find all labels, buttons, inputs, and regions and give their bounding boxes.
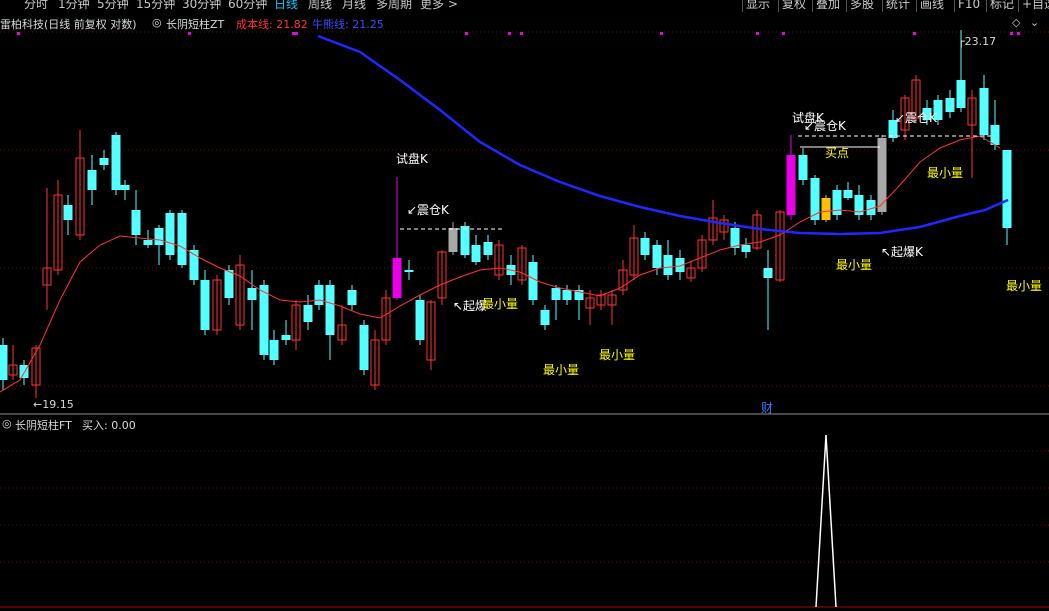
- candle-body: [956, 80, 966, 108]
- candle-body: [143, 240, 153, 245]
- signal-dot: [1017, 32, 1020, 35]
- candle-body: [979, 88, 989, 135]
- candle-body: [460, 226, 470, 255]
- signal-dot: [188, 32, 191, 35]
- stock-title: 雷柏科技(日线 前复权 对数): [0, 18, 137, 31]
- candle-body: [652, 245, 662, 268]
- candle-body: [303, 305, 313, 322]
- annotation-min-volume: 最小量: [599, 348, 635, 362]
- low-price-marker: ←19.15: [33, 398, 74, 411]
- candle-body: [0, 345, 8, 380]
- candle-body: [540, 310, 550, 325]
- annotation-min-volume: 最小量: [482, 297, 518, 311]
- candle-body: [154, 228, 164, 245]
- signal-dot: [508, 32, 511, 35]
- candle-body: [359, 325, 369, 370]
- candle-body: [131, 210, 141, 235]
- candle-body: [663, 255, 673, 275]
- annotation-zhencang-k: ↙震仓K: [895, 111, 938, 125]
- annotation-zhencang-k: ↙震仓K: [804, 119, 847, 133]
- bull-bear-label: 牛熊线: 21.25: [312, 18, 384, 31]
- signal-dot: [756, 32, 759, 35]
- annotation-min-volume: 最小量: [927, 166, 963, 180]
- candle-body: [798, 155, 808, 180]
- candle-body: [325, 285, 335, 335]
- candle-body: [832, 190, 842, 215]
- candle-body: [528, 262, 538, 300]
- candle-body: [448, 228, 458, 252]
- annotation-shipan-k: 试盘K: [396, 151, 429, 166]
- candle-body: [763, 268, 773, 278]
- candle-body: [281, 335, 291, 340]
- annotation-buy-point: 买点: [825, 146, 849, 160]
- signal-dot: [782, 32, 785, 35]
- candle-body: [177, 213, 187, 265]
- candle-body: [786, 155, 796, 215]
- signal-dot: [520, 32, 523, 35]
- chevron-down-icon[interactable]: ⌄: [1030, 16, 1039, 29]
- candle-body: [810, 178, 820, 220]
- candle-body: [200, 280, 210, 330]
- annotation-min-volume: 最小量: [836, 258, 872, 272]
- candle-body: [99, 158, 109, 165]
- buy-signal-spike: [815, 434, 837, 608]
- annotation-min-volume: 最小量: [1006, 279, 1042, 293]
- signal-dot: [292, 32, 295, 35]
- sub-indicator-name: 长阴短柱FT: [15, 419, 72, 432]
- candle-body: [120, 185, 130, 190]
- high-price-marker: ┌23.17: [958, 35, 996, 48]
- candle-body: [87, 170, 97, 190]
- signal-dot: [295, 32, 298, 35]
- candle-body: [314, 285, 324, 305]
- cai-marker: 财: [761, 401, 773, 415]
- candle-body: [165, 213, 175, 255]
- signal-dot: [660, 32, 663, 35]
- candle-body: [562, 290, 572, 300]
- annotation-min-volume: 最小量: [543, 363, 579, 377]
- candle-body: [821, 198, 831, 220]
- signal-dot: [1010, 32, 1013, 35]
- candle-body: [347, 290, 357, 305]
- candle-body: [640, 238, 650, 255]
- cost-line-label: 成本线: 21.82: [236, 18, 308, 31]
- candle-body: [63, 205, 73, 220]
- candle-body: [259, 285, 269, 355]
- candle-body: [269, 340, 279, 360]
- candle-body: [990, 125, 1000, 145]
- candle-body: [741, 245, 751, 252]
- candle-body: [111, 135, 121, 190]
- signal-dot: [465, 32, 468, 35]
- candle-body: [945, 98, 955, 112]
- candle-body: [471, 245, 481, 262]
- signal-dot: [17, 32, 20, 35]
- diamond-icon[interactable]: ◇: [1012, 16, 1020, 29]
- indicator-toggle-icon[interactable]: ◎: [152, 16, 162, 29]
- sub-indicator-toggle-icon[interactable]: ◎: [2, 417, 12, 430]
- candle-body: [415, 300, 425, 340]
- candle-body: [1002, 150, 1012, 228]
- candle-body: [392, 258, 402, 298]
- candle-body: [843, 190, 853, 198]
- annotation-zhencang-k: ↙震仓K: [407, 203, 450, 217]
- candle-body: [404, 270, 414, 272]
- candle-body: [551, 288, 561, 300]
- candle-body: [483, 242, 493, 255]
- signal-dot: [913, 32, 916, 35]
- kline-chart[interactable]: ┌23.17←19.15 财试盘K↙震仓K↖起爆最小量最小量最小量试盘K↙震仓K买…: [0, 0, 1049, 611]
- indicator-name: 长阴短柱ZT: [166, 18, 225, 31]
- buy-label: 买入: 0.00: [82, 419, 136, 432]
- candle-body: [247, 288, 257, 300]
- annotation-qibao-k: ↖起爆K: [881, 245, 924, 259]
- candle-body: [224, 270, 234, 298]
